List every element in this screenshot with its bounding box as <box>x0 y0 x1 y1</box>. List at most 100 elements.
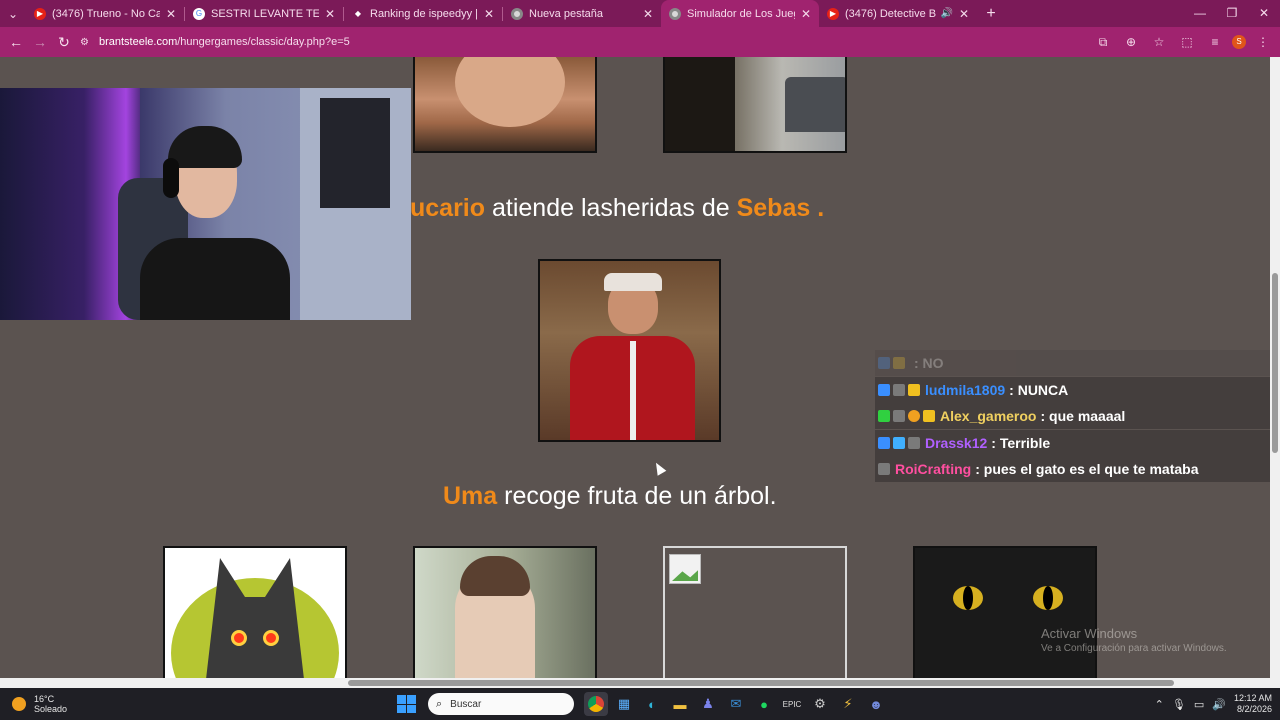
back-arrow-icon[interactable]: ← <box>4 34 28 50</box>
url-host: brantsteele.com <box>98 36 178 48</box>
diamond-icon: ◆ <box>354 9 362 18</box>
tab-title: Nueva pestaña <box>529 7 603 20</box>
teams-app-icon[interactable]: ♟ <box>696 692 720 716</box>
chat-text: : pues el gato es el que te mataba <box>975 461 1199 477</box>
photo-stripe-shape <box>630 341 636 440</box>
sub-badge-icon <box>893 410 905 422</box>
chrome-icon <box>669 7 681 20</box>
chrome-app-icon[interactable] <box>584 692 608 716</box>
obs-app-icon[interactable]: ⚡ <box>836 692 860 716</box>
sub-badge-icon <box>878 463 890 475</box>
store-app-icon[interactable]: ▦ <box>612 692 636 716</box>
discord-app-icon[interactable]: ☻ <box>864 692 888 716</box>
system-tray: ⌃ 🎙 ▭ 🔊 12:12 AM 8/2/2026 <box>1155 692 1272 716</box>
chat-username: RoiCrafting <box>895 461 972 477</box>
cube-badge-icon <box>893 436 905 449</box>
tab-ranking-ispeedyy[interactable]: ◆ Ranking de ispeedyy | El mejor ✕ <box>344 0 502 27</box>
event-suffix: . <box>810 194 825 222</box>
horizontal-scrollbar[interactable] <box>0 678 1280 688</box>
mail-app-icon[interactable]: ✉ <box>724 692 748 716</box>
sub-badge-icon <box>893 383 905 396</box>
photo-pupil-right <box>1043 586 1053 610</box>
minimize-icon[interactable]: — <box>1184 0 1216 27</box>
chat-text: : Terrible <box>991 434 1051 451</box>
vertical-scroll-thumb[interactable] <box>1272 273 1278 453</box>
close-tab-icon[interactable]: ✕ <box>801 7 811 21</box>
tab-youtube-detective[interactable]: ▶ (3476) Detective Backgroun 🔊 ✕ <box>819 0 977 27</box>
close-window-icon[interactable]: ✕ <box>1248 0 1280 27</box>
taskbar-search-input[interactable]: ⌕ Buscar <box>428 693 574 715</box>
audio-playing-icon[interactable]: 🔊 <box>940 8 952 19</box>
weather-condition: Soleado <box>34 704 68 714</box>
address-bar[interactable]: ⚙ brantsteele.com /hungergames/classic/d… <box>80 31 1160 53</box>
chat-message: : NO <box>875 350 1275 376</box>
windows-start-icon[interactable] <box>394 692 418 716</box>
tribute-name: ucario <box>410 194 486 222</box>
site-info-icon[interactable]: ⚙ <box>80 37 89 48</box>
translate-icon[interactable]: ⧉ <box>1092 35 1114 50</box>
chat-username: Drassk12 <box>925 434 988 451</box>
close-tab-icon[interactable]: ✕ <box>166 7 176 21</box>
zoom-icon[interactable]: ⊕ <box>1120 35 1142 49</box>
vertical-scrollbar[interactable] <box>1270 57 1280 678</box>
tab-search-chevron-icon[interactable]: ⌄ <box>0 0 26 27</box>
horizontal-scroll-thumb[interactable] <box>348 680 1174 686</box>
broken-image-hill <box>672 570 698 581</box>
crown-badge-icon <box>908 383 920 396</box>
spotify-app-icon[interactable]: ● <box>752 692 776 716</box>
event-text: atiende lasheridas de <box>485 194 737 222</box>
weather-widget[interactable]: 16°C Soleado <box>12 694 67 714</box>
tab-new-tab[interactable]: Nueva pestaña ✕ <box>503 0 661 27</box>
media-control-icon[interactable]: ≡ <box>1204 35 1226 49</box>
chat-text: : NUNCA <box>1009 381 1069 398</box>
taskbar-apps: ⌕ Buscar ▦ ◐ ▬ ♟ ✉ ● EPIC ⚙ ⚡ ☻ <box>394 692 888 716</box>
activate-windows-watermark: Activar Windows Ve a Configuración para … <box>1041 626 1227 654</box>
youtube-icon: ▶ <box>34 7 46 20</box>
restore-icon[interactable]: ❐ <box>1216 0 1248 27</box>
event-line-2: Uma recoge fruta de un árbol. <box>443 482 777 511</box>
volume-icon[interactable]: 🔊 <box>1212 698 1226 711</box>
close-tab-icon[interactable]: ✕ <box>643 7 653 21</box>
windows-taskbar: 16°C Soleado ⌕ Buscar ▦ ◐ ▬ ♟ ✉ ● EPIC ⚙… <box>0 688 1280 720</box>
close-tab-icon[interactable]: ✕ <box>325 7 335 21</box>
close-tab-icon[interactable]: ✕ <box>959 7 969 21</box>
microphone-icon[interactable]: 🎙 <box>1172 698 1186 711</box>
chevron-up-icon[interactable]: ⌃ <box>1155 698 1164 711</box>
menu-kebab-icon[interactable]: ⋮ <box>1252 35 1274 49</box>
tab-hunger-games-simulator[interactable]: Simulador de Los Juegos del H ✕ <box>661 0 819 27</box>
crown-badge-icon <box>893 357 905 369</box>
network-icon[interactable]: ▭ <box>1194 698 1204 711</box>
chat-message: RoiCrafting : pues el gato es el que te … <box>875 456 1275 482</box>
tab-youtube-trueno[interactable]: ▶ (3476) Trueno - No Cap | A COL ✕ <box>26 0 184 27</box>
broken-image-icon <box>669 554 701 584</box>
taskbar-clock[interactable]: 12:12 AM 8/2/2026 <box>1234 693 1272 715</box>
new-tab-button[interactable]: + <box>977 0 1005 27</box>
cam-headphones <box>163 158 179 198</box>
stream-chat-overlay: : NO ludmila1809 : NUNCA Alex_gameroo : … <box>875 350 1275 483</box>
window-controls: — ❐ ✕ <box>1184 0 1280 27</box>
tribute-photo-center <box>538 259 721 442</box>
forward-arrow-icon[interactable]: → <box>28 34 52 50</box>
extensions-icon[interactable]: ⬚ <box>1176 35 1198 49</box>
photo-hair-shape <box>460 556 530 596</box>
photo-eye-left <box>231 630 247 646</box>
chrome-icon <box>511 7 523 20</box>
steam-app-icon[interactable]: ⚙ <box>808 692 832 716</box>
epic-games-icon[interactable]: EPIC <box>780 692 804 716</box>
photo-cap-shape <box>604 273 662 291</box>
file-explorer-icon[interactable]: ▬ <box>668 692 692 716</box>
edge-app-icon[interactable]: ◐ <box>640 692 664 716</box>
watermark-subtitle: Ve a Configuración para activar Windows. <box>1041 643 1227 654</box>
photo-car-shape <box>785 77 845 132</box>
profile-avatar[interactable]: S <box>1232 35 1246 49</box>
tab-title: (3476) Trueno - No Cap | A COL <box>52 7 160 20</box>
chat-username: ludmila1809 <box>925 381 1006 398</box>
gift-badge-icon <box>908 410 920 422</box>
close-tab-icon[interactable]: ✕ <box>484 7 494 21</box>
reload-icon[interactable]: ↻ <box>52 34 76 51</box>
toolbar: ← → ↻ ⚙ brantsteele.com /hungergames/cla… <box>0 27 1280 57</box>
bookmark-star-icon[interactable]: ☆ <box>1148 35 1170 49</box>
toolbar-actions: ⧉ ⊕ ☆ ⬚ ≡ S ⋮ <box>1092 31 1274 53</box>
tab-title: SESTRI LEVANTE TEMPERATURA <box>211 7 319 20</box>
tab-google-sestri[interactable]: G SESTRI LEVANTE TEMPERATURA ✕ <box>185 0 343 27</box>
